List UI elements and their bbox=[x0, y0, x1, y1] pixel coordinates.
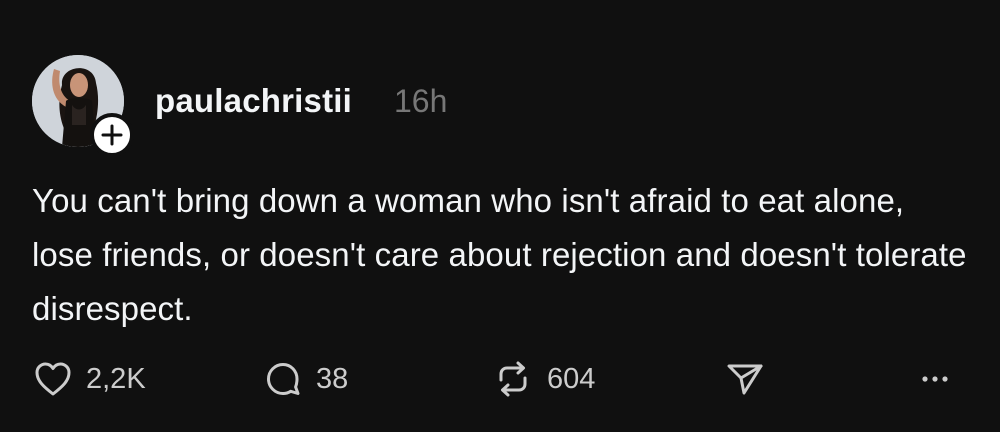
thread-post: paulachristii 16h You can't bring down a… bbox=[0, 0, 1000, 432]
comment-icon bbox=[267, 363, 300, 395]
repost-count: 604 bbox=[547, 362, 596, 395]
send-icon bbox=[727, 364, 763, 395]
share-button[interactable] bbox=[725, 355, 765, 403]
follow-button[interactable] bbox=[90, 113, 134, 157]
post-timestamp: 16h bbox=[394, 83, 448, 119]
like-count: 2,2K bbox=[86, 362, 146, 395]
reply-button[interactable]: 38 bbox=[264, 355, 348, 403]
post-username[interactable]: paulachristii bbox=[155, 82, 352, 120]
plus-icon bbox=[101, 124, 123, 146]
post-actions: 2,2K 38 604 bbox=[0, 355, 1000, 403]
avatar-container bbox=[32, 55, 134, 157]
post-text: You can't bring down a woman who isn't a… bbox=[32, 182, 967, 327]
like-button[interactable]: 2,2K bbox=[34, 355, 146, 403]
repost-button[interactable]: 604 bbox=[493, 355, 595, 403]
more-icon bbox=[922, 376, 948, 382]
repost-icon bbox=[499, 361, 527, 397]
more-options-button[interactable] bbox=[920, 355, 950, 403]
reply-count: 38 bbox=[316, 362, 349, 395]
heart-icon bbox=[35, 362, 71, 396]
